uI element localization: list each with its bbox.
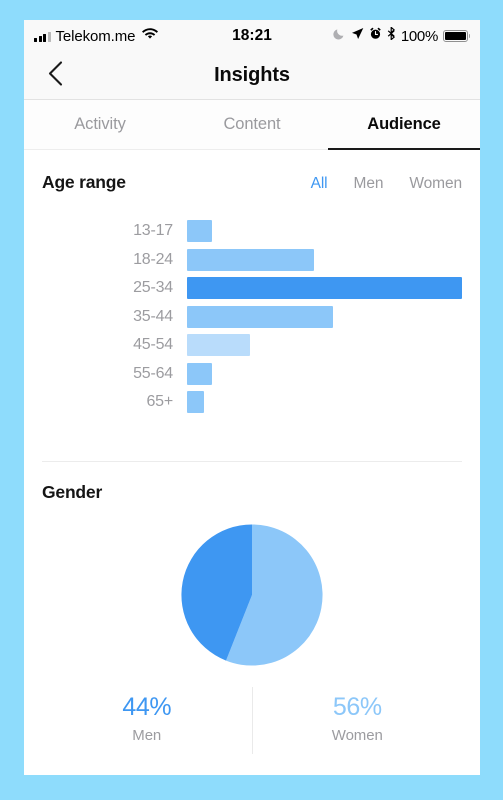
age-range-title: Age range xyxy=(42,172,126,192)
carrier-label: Telekom.me xyxy=(55,27,136,45)
bar-row: 55-64 xyxy=(42,360,462,389)
bar-row: 13-17 xyxy=(42,217,462,246)
bar-fill xyxy=(187,305,333,328)
bar-label: 45-54 xyxy=(133,336,173,354)
signal-bars-icon xyxy=(34,31,51,42)
bar-fill xyxy=(187,248,314,271)
back-button[interactable] xyxy=(40,60,70,91)
battery-icon xyxy=(443,30,471,42)
status-bar-left: Telekom.me xyxy=(34,27,159,45)
bar-fill xyxy=(187,391,204,414)
bar-label: 35-44 xyxy=(133,307,173,325)
bar-fill xyxy=(187,334,251,357)
age-range-section: Age range All Men Women 13-17 18-24 25-3… xyxy=(24,150,480,462)
phone-screen: Telekom.me 18:21 100% Insights Activity … xyxy=(24,20,480,775)
gender-pie-chart xyxy=(42,509,462,683)
gender-section: Gender 44% Men 56% Women xyxy=(24,461,480,754)
navigation-bar: Insights xyxy=(24,52,480,100)
pie-svg xyxy=(181,523,323,666)
women-percent: 56% xyxy=(332,692,382,721)
bar-fill xyxy=(187,277,462,300)
status-bar: Telekom.me 18:21 100% xyxy=(24,20,480,52)
bar-label: 13-17 xyxy=(133,222,173,240)
bar-row: 18-24 xyxy=(42,246,462,275)
battery-percent-label: 100% xyxy=(400,27,438,45)
men-percent: 44% xyxy=(122,692,172,721)
bar-label: 18-24 xyxy=(133,250,173,268)
bar-fill xyxy=(187,220,212,243)
bar-row: 45-54 xyxy=(42,331,462,360)
age-range-header: Age range All Men Women xyxy=(42,172,462,193)
bar-track xyxy=(187,274,462,303)
bar-row: 35-44 xyxy=(42,303,462,332)
bar-label: 65+ xyxy=(146,393,173,411)
bluetooth-icon xyxy=(387,26,396,45)
gender-title: Gender xyxy=(42,481,103,502)
men-label: Men xyxy=(132,726,162,744)
bar-fill xyxy=(187,362,212,385)
bar-label: 25-34 xyxy=(133,279,173,297)
bar-track xyxy=(187,303,462,332)
gender-stats: 44% Men 56% Women xyxy=(42,683,462,754)
alarm-clock-icon xyxy=(369,27,382,45)
moon-icon xyxy=(333,27,346,45)
filter-women[interactable]: Women xyxy=(409,175,462,193)
filter-all[interactable]: All xyxy=(311,175,328,193)
status-bar-right: 100% xyxy=(333,26,471,45)
location-arrow-icon xyxy=(351,27,364,45)
gender-filter-group: All Men Women xyxy=(311,175,463,193)
tab-audience[interactable]: Audience xyxy=(328,100,480,150)
tab-content[interactable]: Content xyxy=(176,100,328,149)
bar-label: 55-64 xyxy=(133,364,173,382)
chevron-left-icon xyxy=(48,60,63,91)
bar-track xyxy=(187,217,462,246)
gender-header: Gender xyxy=(42,482,462,503)
bar-track xyxy=(187,331,462,360)
gender-stat-women: 56% Women xyxy=(251,686,463,754)
age-range-bar-chart: 13-17 18-24 25-34 35-44 45-54 55-64 65+ xyxy=(42,199,462,439)
bar-track xyxy=(187,388,462,417)
gender-stat-men: 44% Men xyxy=(42,687,252,754)
bar-row: 65+ xyxy=(42,388,462,417)
tab-bar: Activity Content Audience xyxy=(24,100,480,150)
women-label: Women xyxy=(331,726,383,744)
wifi-icon xyxy=(142,27,159,45)
page-title: Insights xyxy=(214,64,290,86)
filter-men[interactable]: Men xyxy=(354,175,384,193)
tab-activity[interactable]: Activity xyxy=(24,100,176,149)
bar-row: 25-34 xyxy=(42,274,462,303)
bar-track xyxy=(187,246,462,275)
bar-track xyxy=(187,360,462,389)
